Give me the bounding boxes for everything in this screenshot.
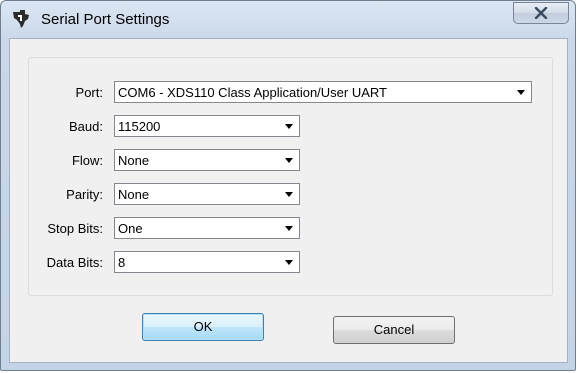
baud-label: Baud:: [69, 119, 103, 134]
cancel-button[interactable]: Cancel: [333, 316, 455, 344]
data-bits-value: 8: [118, 255, 126, 270]
stop-bits-value: One: [118, 221, 143, 236]
window-title: Serial Port Settings: [41, 11, 170, 28]
stop-bits-label: Stop Bits:: [47, 221, 103, 236]
chevron-down-icon: [285, 226, 293, 231]
chevron-down-icon: [517, 90, 525, 95]
close-icon: [534, 7, 548, 19]
parity-value: None: [118, 187, 150, 202]
close-button[interactable]: [513, 2, 569, 24]
data-bits-select[interactable]: 8: [114, 251, 300, 273]
chevron-down-icon: [285, 158, 293, 163]
parity-select[interactable]: None: [114, 183, 300, 205]
data-bits-label: Data Bits:: [46, 255, 103, 270]
port-value: COM6 - XDS110 Class Application/User UAR…: [118, 85, 388, 100]
ok-button[interactable]: OK: [142, 313, 264, 341]
serial-port-settings-dialog: Serial Port Settings Port: COM6 - XDS110…: [0, 0, 576, 371]
port-label: Port:: [75, 85, 103, 100]
parity-label: Parity:: [66, 187, 103, 202]
settings-group: Port: COM6 - XDS110 Class Application/Us…: [28, 57, 553, 296]
stop-bits-select[interactable]: One: [114, 217, 300, 239]
texas-instruments-logo-icon: [13, 10, 29, 28]
flow-label: Flow:: [71, 153, 103, 168]
dialog-content: Port: COM6 - XDS110 Class Application/Us…: [9, 38, 568, 363]
baud-select[interactable]: 115200: [114, 115, 300, 137]
flow-value: None: [118, 153, 150, 168]
flow-select[interactable]: None: [114, 149, 300, 171]
chevron-down-icon: [285, 260, 293, 265]
title-bar[interactable]: Serial Port Settings: [1, 1, 575, 37]
baud-value: 115200: [118, 119, 161, 134]
chevron-down-icon: [285, 192, 293, 197]
chevron-down-icon: [285, 124, 293, 129]
port-select[interactable]: COM6 - XDS110 Class Application/User UAR…: [114, 81, 532, 103]
